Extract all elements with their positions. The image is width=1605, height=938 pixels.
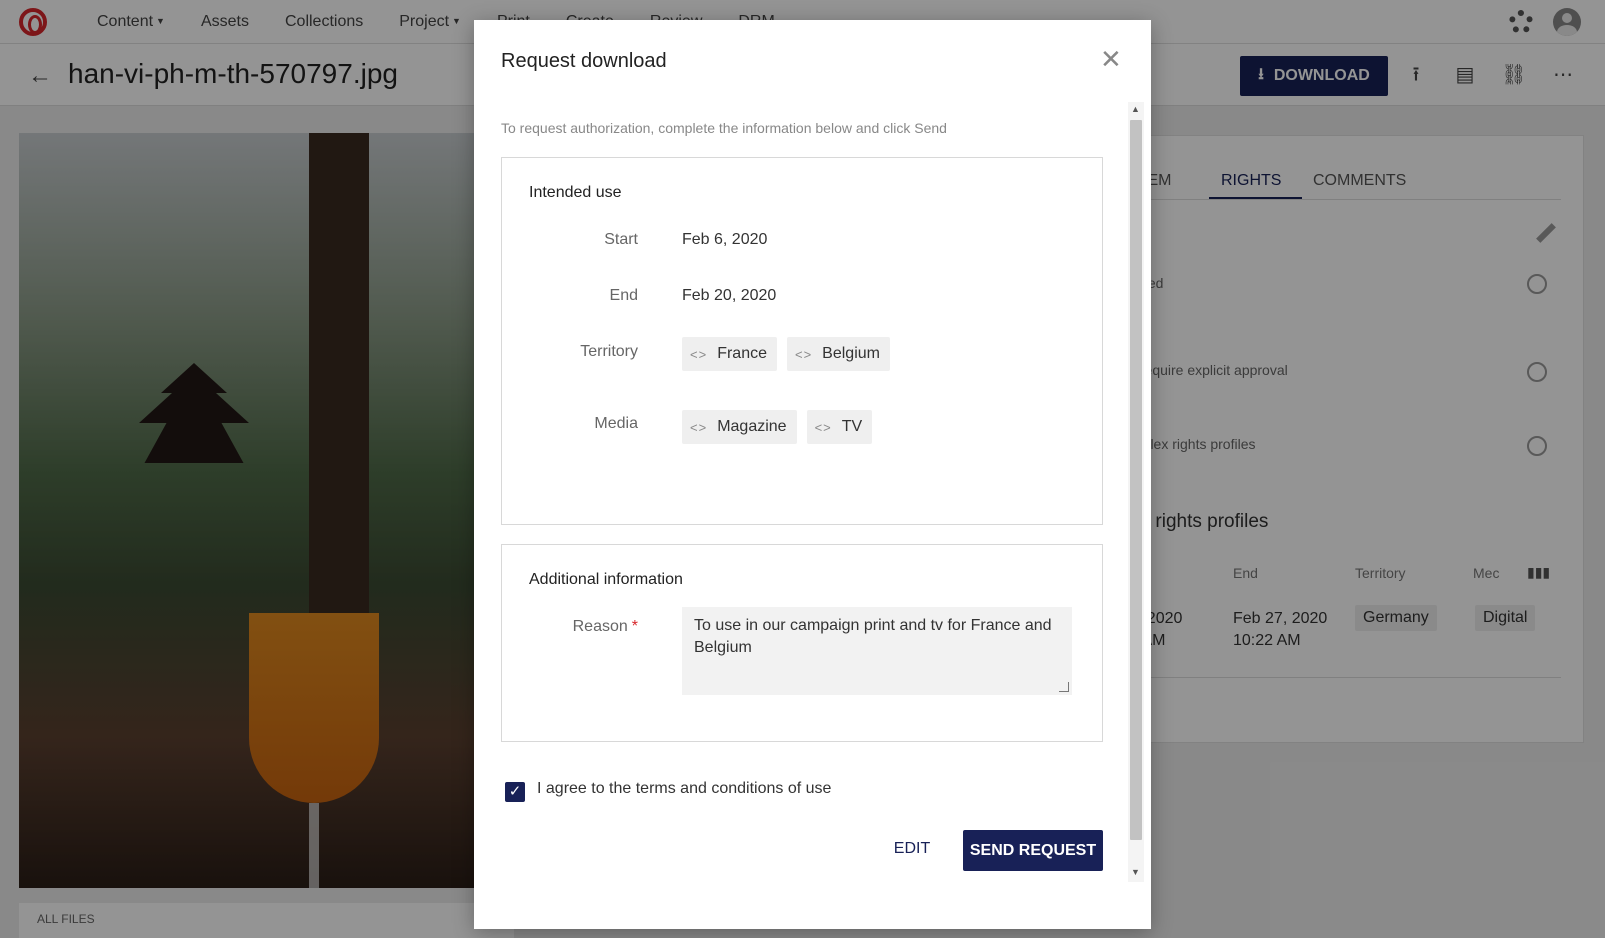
start-label: Start <box>604 231 638 248</box>
media-label: Media <box>594 415 638 432</box>
agree-checkbox[interactable]: ✓ <box>505 782 525 802</box>
territory-chip[interactable]: <> Belgium <box>786 337 890 371</box>
reason-textarea[interactable]: To use in our campaign print and tv for … <box>682 607 1072 695</box>
send-request-button[interactable]: SEND REQUEST <box>963 830 1103 871</box>
territory-label: Territory <box>580 343 638 360</box>
additional-info-section: Additional information Reason * To use in… <box>501 544 1103 742</box>
start-value[interactable]: Feb 6, 2020 <box>682 231 767 249</box>
territory-chip-label: France <box>717 345 767 362</box>
dialog-title: Request download <box>501 50 667 72</box>
territory-chip-label: Belgium <box>822 345 880 362</box>
dialog-hint: To request authorization, complete the i… <box>501 120 947 136</box>
media-chip-label: Magazine <box>717 418 787 435</box>
code-icon: <> <box>794 346 813 362</box>
intended-use-section: Intended use Start Feb 6, 2020 End Feb 2… <box>501 157 1103 525</box>
code-icon: <> <box>690 346 708 362</box>
close-icon[interactable]: ✕ <box>1100 46 1122 72</box>
end-value[interactable]: Feb 20, 2020 <box>682 287 776 305</box>
territory-chip[interactable]: <> France <box>682 337 777 371</box>
scroll-down-icon[interactable]: ▼ <box>1131 867 1140 877</box>
reason-label-text: Reason <box>572 618 628 635</box>
media-chip[interactable]: <> TV <box>806 410 873 444</box>
edit-button[interactable]: EDIT <box>880 832 944 866</box>
required-marker: * <box>631 618 638 635</box>
media-chip-label: TV <box>841 418 863 435</box>
media-chips: <> Magazine <> TV <box>682 410 873 444</box>
additional-info-title: Additional information <box>529 571 683 588</box>
reason-label: Reason * <box>502 618 638 636</box>
code-icon: <> <box>814 419 832 435</box>
media-chip[interactable]: <> Magazine <box>682 410 797 444</box>
agree-label[interactable]: I agree to the terms and conditions of u… <box>537 780 831 798</box>
reason-text: To use in our campaign print and tv for … <box>694 617 1052 656</box>
code-icon: <> <box>690 419 708 435</box>
scrollbar-thumb[interactable] <box>1130 120 1142 840</box>
request-download-dialog: Request download ✕ To request authorizat… <box>474 20 1151 929</box>
end-label: End <box>609 287 638 304</box>
intended-use-title: Intended use <box>529 184 622 201</box>
territory-chips: <> France <> Belgium <box>682 337 890 371</box>
resize-handle-icon[interactable] <box>1059 682 1069 692</box>
scroll-up-icon[interactable]: ▲ <box>1131 104 1140 114</box>
